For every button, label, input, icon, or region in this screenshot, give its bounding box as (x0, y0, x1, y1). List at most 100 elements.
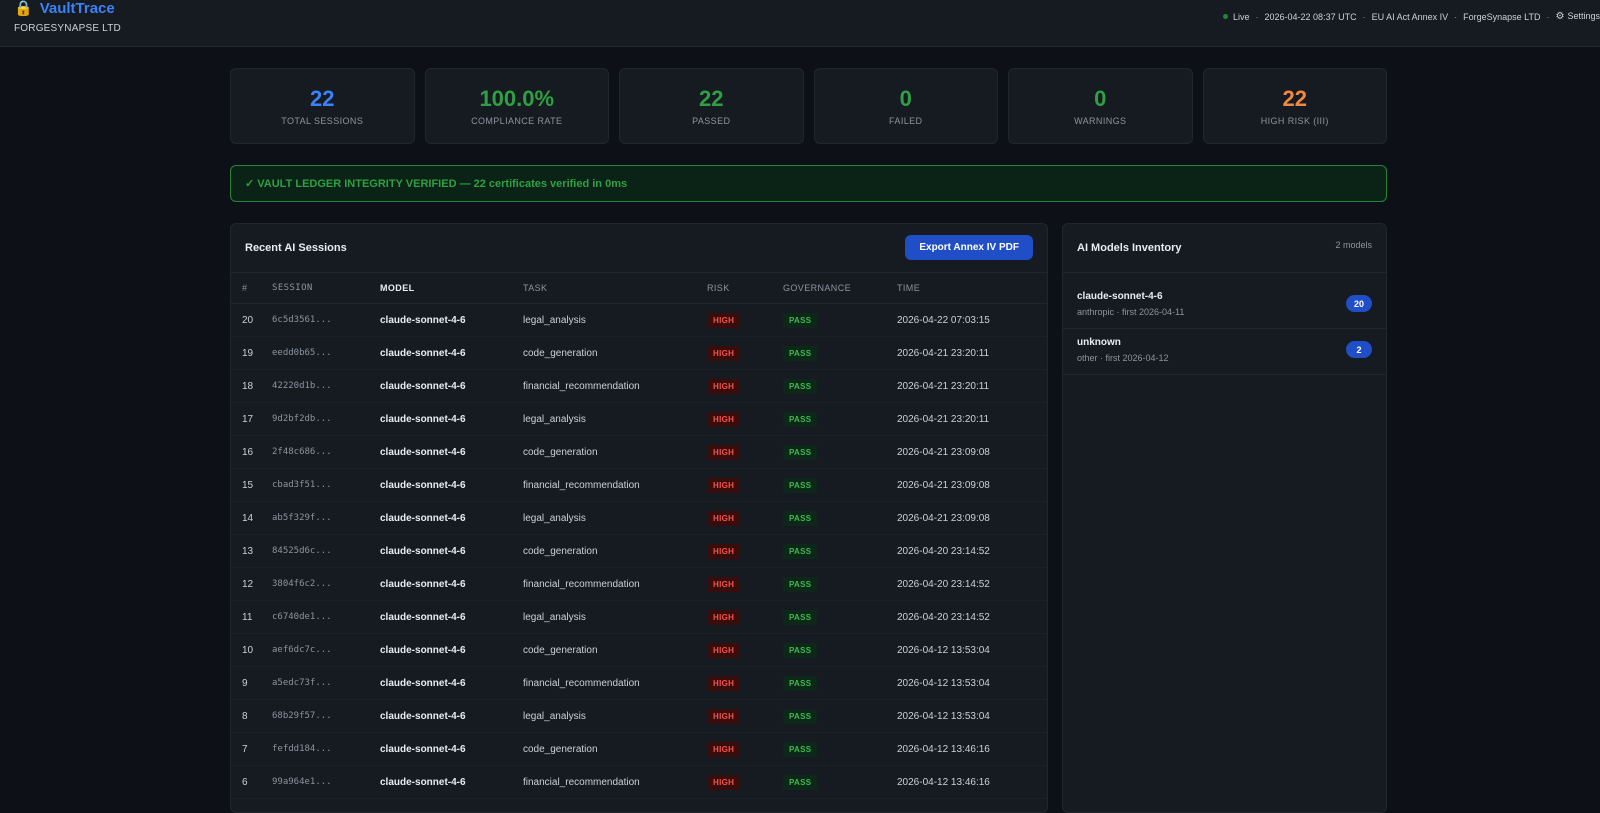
session-cell[interactable]: eedd0b65... (272, 337, 380, 370)
model-cell: claude-sonnet-4-6 (380, 337, 523, 370)
col-number-header[interactable]: # (231, 273, 272, 304)
task-cell: legal_analysis (523, 304, 707, 337)
col-time-header[interactable]: TIME (897, 273, 1047, 304)
num-cell: 18 (231, 370, 272, 403)
model-cell: claude-sonnet-4-6 (380, 370, 523, 403)
brand[interactable]: 🔒 VaultTrace (14, 0, 115, 18)
settings-link[interactable]: ⚙Settings (1556, 11, 1600, 22)
model-item[interactable]: claude-sonnet-4-6anthropic · first 2026-… (1063, 283, 1386, 329)
session-cell[interactable]: ab5f329f... (272, 502, 380, 535)
table-row[interactable]: 699a964e1...claude-sonnet-4-6financial_r… (231, 766, 1047, 799)
kpi-label: TOTAL SESSIONS (281, 116, 363, 126)
governance-cell: PASS (783, 403, 897, 436)
model-cell: claude-sonnet-4-6 (380, 634, 523, 667)
session-cell[interactable]: 68b29f57... (272, 700, 380, 733)
table-row[interactable]: 9a5edc73f...claude-sonnet-4-6financial_r… (231, 667, 1047, 700)
table-row[interactable]: 1842220d1b...claude-sonnet-4-6financial_… (231, 370, 1047, 403)
governance-cell: PASS (783, 436, 897, 469)
governance-badge: PASS (783, 709, 817, 724)
risk-badge: HIGH (707, 313, 740, 328)
kpi-label: FAILED (889, 116, 922, 126)
governance-badge: PASS (783, 544, 817, 559)
time-cell: 2026-04-21 23:09:08 (897, 469, 1047, 502)
col-model-header[interactable]: MODEL (380, 273, 523, 304)
session-cell[interactable]: cbad3f51... (272, 469, 380, 502)
session-cell[interactable]: 84525d6c... (272, 535, 380, 568)
model-cell: claude-sonnet-4-6 (380, 535, 523, 568)
risk-cell: HIGH (707, 469, 783, 502)
table-row[interactable]: 11c6740de1...claude-sonnet-4-6legal_anal… (231, 601, 1047, 634)
session-cell[interactable]: 6c5d3561... (272, 304, 380, 337)
session-cell[interactable]: fefdd184... (272, 733, 380, 766)
task-cell: financial_recommendation (523, 766, 707, 799)
risk-badge: HIGH (707, 643, 740, 658)
num-cell: 7 (231, 733, 272, 766)
governance-cell: PASS (783, 502, 897, 535)
table-row[interactable]: 868b29f57...claude-sonnet-4-6legal_analy… (231, 700, 1047, 733)
session-cell[interactable]: 99a964e1... (272, 766, 380, 799)
task-cell: financial_recommendation (523, 568, 707, 601)
time-cell: 2026-04-12 13:53:04 (897, 634, 1047, 667)
task-cell: legal_analysis (523, 502, 707, 535)
table-row[interactable]: 15cbad3f51...claude-sonnet-4-6financial_… (231, 469, 1047, 502)
gear-icon: ⚙ (1556, 11, 1565, 22)
kpi-label: WARNINGS (1074, 116, 1126, 126)
sessions-table: #SESSIONMODELTASKRISKGOVERNANCETIME 206c… (231, 273, 1047, 799)
model-item[interactable]: unknownother · first 2026-04-122 (1063, 329, 1386, 375)
risk-cell: HIGH (707, 370, 783, 403)
session-cell[interactable]: 42220d1b... (272, 370, 380, 403)
col-risk-header[interactable]: RISK (707, 273, 783, 304)
table-row[interactable]: 14ab5f329f...claude-sonnet-4-6legal_anal… (231, 502, 1047, 535)
col-task-header[interactable]: TASK (523, 273, 707, 304)
num-cell: 20 (231, 304, 272, 337)
time-cell: 2026-04-12 13:46:16 (897, 733, 1047, 766)
table-row[interactable]: 7fefdd184...claude-sonnet-4-6code_genera… (231, 733, 1047, 766)
kpi-value: 22 (310, 86, 334, 112)
governance-badge: PASS (783, 511, 817, 526)
risk-cell: HIGH (707, 634, 783, 667)
session-cell[interactable]: aef6dc7c... (272, 634, 380, 667)
session-cell[interactable]: 3804f6c2... (272, 568, 380, 601)
table-row[interactable]: 179d2bf2db...claude-sonnet-4-6legal_anal… (231, 403, 1047, 436)
session-cell[interactable]: a5edc73f... (272, 667, 380, 700)
governance-badge: PASS (783, 577, 817, 592)
task-cell: legal_analysis (523, 403, 707, 436)
table-row[interactable]: 19eedd0b65...claude-sonnet-4-6code_gener… (231, 337, 1047, 370)
status-bar: Live · 2026-04-22 08:37 UTC · EU AI Act … (1223, 11, 1600, 22)
table-row[interactable]: 206c5d3561...claude-sonnet-4-6legal_anal… (231, 304, 1047, 337)
governance-badge: PASS (783, 676, 817, 691)
col-governance-header[interactable]: GOVERNANCE (783, 273, 897, 304)
session-cell[interactable]: 2f48c686... (272, 436, 380, 469)
governance-badge: PASS (783, 478, 817, 493)
export-annex-iv-button[interactable]: Export Annex IV PDF (905, 235, 1033, 260)
governance-cell: PASS (783, 370, 897, 403)
task-cell: financial_recommendation (523, 667, 707, 700)
table-row[interactable]: 123804f6c2...claude-sonnet-4-6financial_… (231, 568, 1047, 601)
governance-badge: PASS (783, 445, 817, 460)
table-row[interactable]: 1384525d6c...claude-sonnet-4-6code_gener… (231, 535, 1047, 568)
kpi-card: 22HIGH RISK (III) (1203, 68, 1388, 144)
session-cell[interactable]: c6740de1... (272, 601, 380, 634)
model-cell: claude-sonnet-4-6 (380, 700, 523, 733)
governance-badge: PASS (783, 643, 817, 658)
task-cell: code_generation (523, 634, 707, 667)
kpi-card: 22PASSED (619, 68, 804, 144)
model-cell: claude-sonnet-4-6 (380, 733, 523, 766)
kpi-label: COMPLIANCE RATE (471, 116, 562, 126)
kpi-card: 0WARNINGS (1008, 68, 1193, 144)
session-cell[interactable]: 9d2bf2db... (272, 403, 380, 436)
sessions-panel: Recent AI Sessions Export Annex IV PDF #… (230, 223, 1048, 813)
model-cell: claude-sonnet-4-6 (380, 436, 523, 469)
time-cell: 2026-04-21 23:20:11 (897, 403, 1047, 436)
col-session-header[interactable]: SESSION (272, 273, 380, 304)
model-cell: claude-sonnet-4-6 (380, 502, 523, 535)
time-cell: 2026-04-22 07:03:15 (897, 304, 1047, 337)
table-row[interactable]: 10aef6dc7c...claude-sonnet-4-6code_gener… (231, 634, 1047, 667)
table-row[interactable]: 162f48c686...claude-sonnet-4-6code_gener… (231, 436, 1047, 469)
num-cell: 9 (231, 667, 272, 700)
model-cell: claude-sonnet-4-6 (380, 469, 523, 502)
task-cell: financial_recommendation (523, 370, 707, 403)
num-cell: 16 (231, 436, 272, 469)
risk-cell: HIGH (707, 667, 783, 700)
governance-cell: PASS (783, 568, 897, 601)
